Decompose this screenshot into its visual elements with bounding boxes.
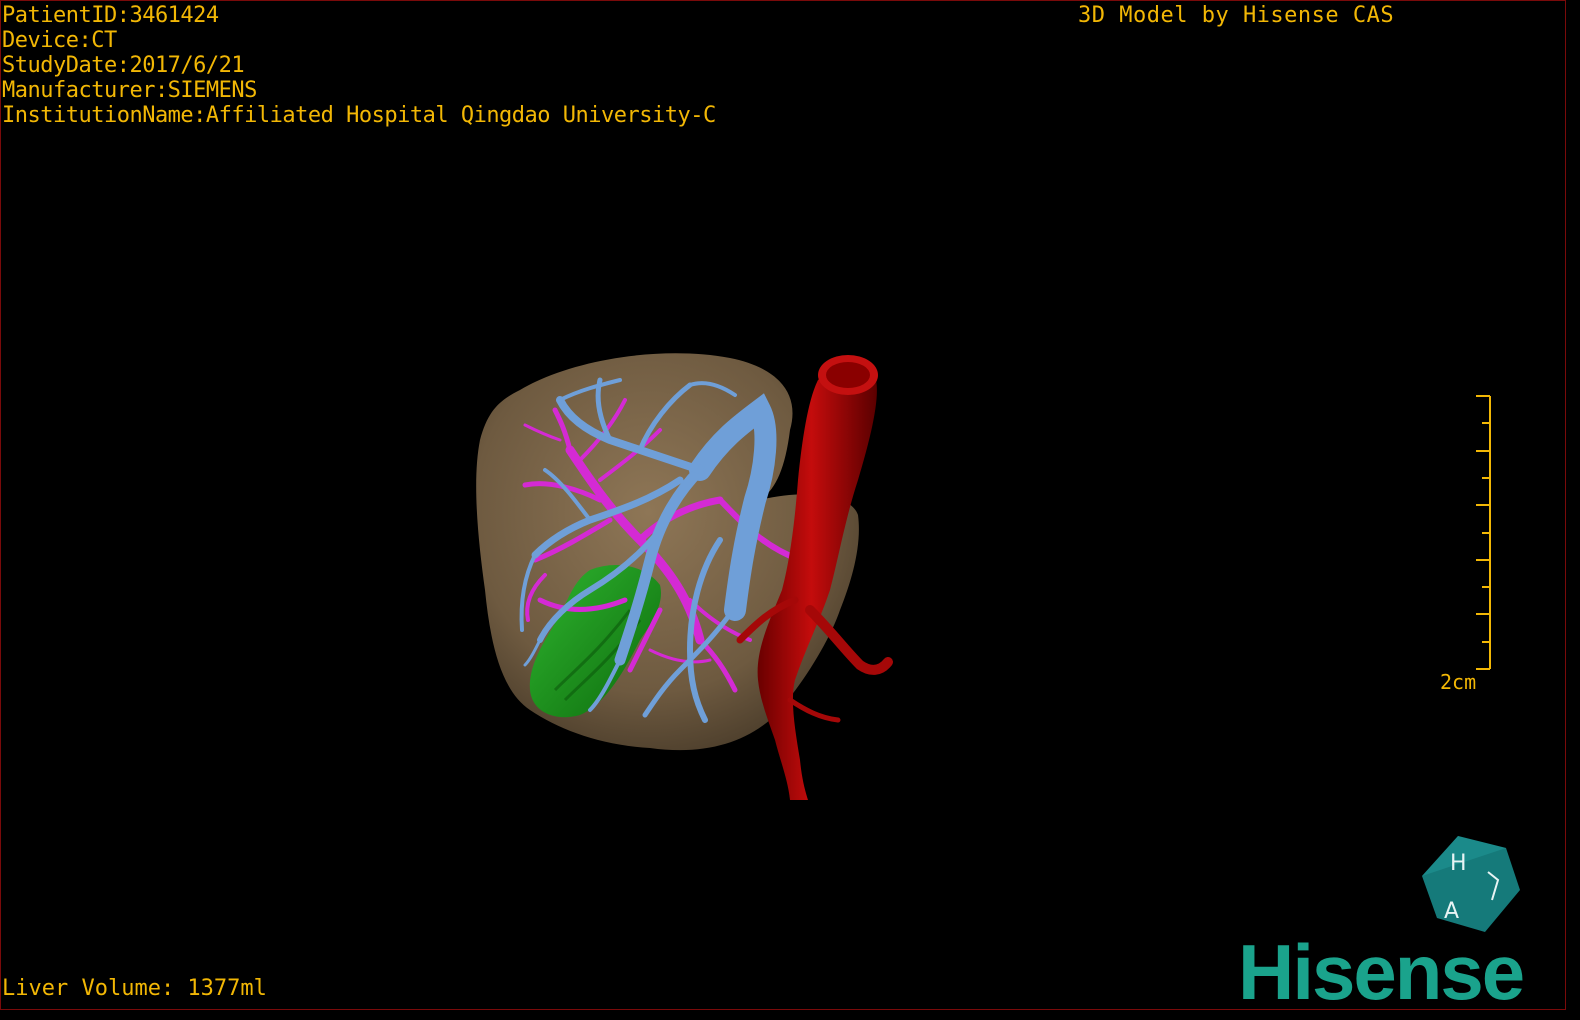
manufacturer: Manufacturer:SIEMENS	[2, 78, 257, 103]
orientation-cube-icon[interactable]: H A	[1422, 836, 1520, 932]
hisense-logo: Hisense	[1238, 928, 1525, 1016]
orientation-letter-h: H	[1450, 851, 1467, 876]
study-date: StudyDate:2017/6/21	[2, 53, 245, 78]
institution-name: InstitutionName:Affiliated Hospital Qing…	[2, 103, 716, 128]
orientation-letter-a: A	[1444, 899, 1459, 924]
3d-model-viewport[interactable]: H A	[0, 0, 1566, 1010]
scale-bar	[1476, 395, 1491, 670]
device: Device:CT	[2, 28, 117, 53]
liver-volume: Liver Volume: 1377ml	[2, 976, 267, 1001]
model-credit: 3D Model by Hisense CAS	[1078, 3, 1395, 28]
patient-info-overlay: PatientID:3461424 Device:CT StudyDate:20…	[2, 3, 716, 128]
scale-bar-label: 2cm	[1440, 670, 1477, 694]
patient-id: PatientID:3461424	[2, 3, 219, 28]
